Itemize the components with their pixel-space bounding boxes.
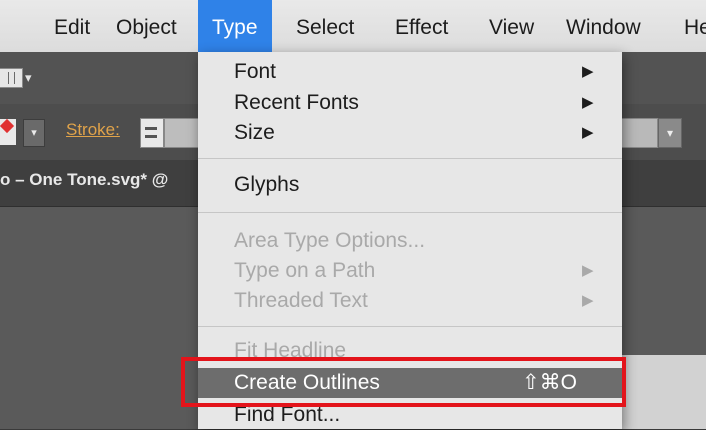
artboard-edge — [620, 355, 706, 429]
menu-edit[interactable]: Edit — [54, 0, 90, 52]
menu-item-label: Glyphs — [234, 173, 300, 196]
menu-view[interactable]: View — [489, 0, 534, 52]
menu-select[interactable]: Select — [296, 0, 354, 52]
triangle-right-icon: ▶ — [582, 94, 594, 111]
menu-item-label: Type on a Path — [234, 259, 376, 282]
menu-effect[interactable]: Effect — [395, 0, 448, 52]
stroke-label[interactable]: Stroke: — [66, 120, 120, 140]
panel-layout-icon[interactable] — [0, 68, 23, 88]
style-dropdown-icon[interactable]: ▾ — [658, 118, 682, 148]
menu-item-label: Size — [234, 121, 275, 144]
menu-item-size[interactable]: Size ▶ — [198, 118, 622, 148]
menu-item-area-type-options: Area Type Options... — [198, 226, 622, 256]
menu-item-label: Recent Fonts — [234, 91, 359, 114]
triangle-right-icon: ▶ — [582, 124, 594, 141]
fill-dropdown-icon[interactable]: ▾ — [23, 119, 45, 147]
triangle-right-icon: ▶ — [582, 292, 594, 309]
highlight-callout — [181, 357, 626, 407]
triangle-right-icon: ▶ — [582, 262, 594, 279]
menu-item-glyphs[interactable]: Glyphs — [198, 170, 622, 200]
menu-object[interactable]: Object — [116, 0, 177, 52]
chevron-down-icon[interactable]: ▾ — [25, 70, 32, 86]
fill-color-icon[interactable] — [0, 119, 16, 145]
menu-separator — [198, 212, 622, 213]
menu-help[interactable]: He — [684, 0, 706, 52]
menu-type[interactable]: Type — [198, 0, 272, 52]
triangle-right-icon: ▶ — [582, 63, 594, 80]
menu-separator — [198, 326, 622, 327]
menu-item-type-on-a-path: Type on a Path ▶ — [198, 256, 622, 286]
menu-item-threaded-text: Threaded Text ▶ — [198, 286, 622, 316]
menu-item-label: Threaded Text — [234, 289, 368, 312]
style-field[interactable] — [620, 118, 658, 148]
document-tab[interactable]: o – One Tone.svg* @ — [0, 170, 168, 190]
menu-item-font[interactable]: Font ▶ — [198, 57, 622, 87]
menu-item-label: Font — [234, 60, 277, 83]
menu-item-label: Area Type Options... — [234, 229, 426, 252]
menu-bar: Edit Object Type Select Effect View Wind… — [0, 0, 706, 53]
menu-window[interactable]: Window — [566, 0, 641, 52]
menu-item-recent-fonts[interactable]: Recent Fonts ▶ — [198, 88, 622, 118]
menu-separator — [198, 158, 622, 159]
stroke-stepper[interactable] — [140, 118, 164, 148]
